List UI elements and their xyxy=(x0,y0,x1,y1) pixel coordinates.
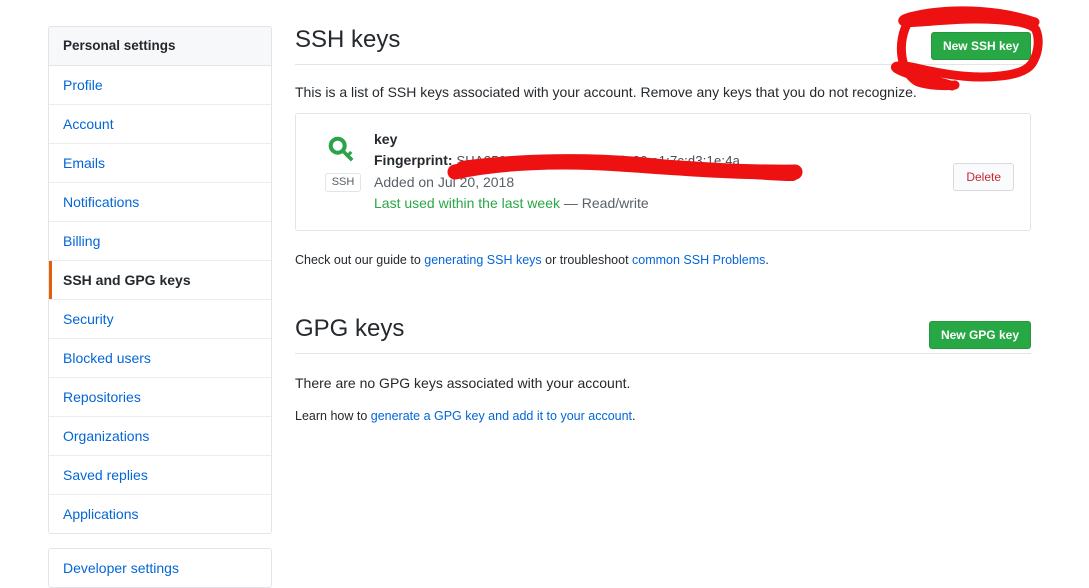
sidebar-item-applications[interactable]: Applications xyxy=(49,495,271,533)
sidebar-item-account[interactable]: Account xyxy=(49,105,271,144)
ssh-key-card: SSH key Fingerprint: SHA256:ed:f9:48:b8:… xyxy=(295,113,1031,231)
gpg-keys-header: GPG keys New GPG key xyxy=(295,311,1031,353)
ssh-key-info: key Fingerprint: SHA256:ed:f9:48:b8:fc:5… xyxy=(374,130,1014,214)
ssh-description: This is a list of SSH keys associated wi… xyxy=(295,84,917,100)
delete-ssh-key-button[interactable]: Delete xyxy=(953,163,1014,191)
ssh-badge: SSH xyxy=(324,173,362,192)
learn-suffix: . xyxy=(632,409,636,423)
ssh-key-title: key xyxy=(374,131,398,147)
guide-prefix: Check out our guide to xyxy=(295,253,425,267)
ssh-guide-text: Check out our guide to generating SSH ke… xyxy=(295,251,1031,269)
generating-ssh-keys-link[interactable]: generating SSH keys xyxy=(424,253,541,267)
gpg-empty-message: There are no GPG keys associated with yo… xyxy=(295,375,631,391)
sidebar-header: Personal settings xyxy=(49,27,271,66)
learn-prefix: Learn how to xyxy=(295,409,371,423)
sidebar-item-billing[interactable]: Billing xyxy=(49,222,271,261)
new-gpg-key-button[interactable]: New GPG key xyxy=(928,321,1031,349)
sidebar: Personal settings Profile Account Emails… xyxy=(48,26,272,588)
key-icon-column: SSH xyxy=(312,130,374,192)
sidebar-item-security[interactable]: Security xyxy=(49,300,271,339)
key-access-level: — Read/write xyxy=(563,195,649,211)
sidebar-item-organizations[interactable]: Organizations xyxy=(49,417,271,456)
ssh-key-last-used: Last used within the last week — Read/wr… xyxy=(374,193,1014,214)
ssh-header-divider xyxy=(295,64,1031,65)
sidebar-nav-box: Personal settings Profile Account Emails… xyxy=(48,26,272,534)
sidebar-item-blocked-users[interactable]: Blocked users xyxy=(49,339,271,378)
fingerprint-value: SHA256:ed:f9:48:b8:fc:54:9b:26:a1:7c:d3:… xyxy=(456,153,741,168)
sidebar-item-saved-replies[interactable]: Saved replies xyxy=(49,456,271,495)
generate-gpg-key-link[interactable]: generate a GPG key and add it to your ac… xyxy=(371,409,632,423)
main-content: SSH keys New SSH key This is a list of S… xyxy=(295,22,1031,425)
new-ssh-key-button[interactable]: New SSH key xyxy=(930,32,1031,60)
guide-middle: or troubleshoot xyxy=(541,253,633,267)
key-icon xyxy=(328,136,354,162)
sidebar-item-repositories[interactable]: Repositories xyxy=(49,378,271,417)
ssh-key-added-date: Added on Jul 20, 2018 xyxy=(374,174,515,190)
gpg-section-title: GPG keys xyxy=(295,315,405,342)
gpg-learn-text: Learn how to generate a GPG key and add … xyxy=(295,407,1031,425)
guide-suffix: . xyxy=(765,253,769,267)
settings-page: Personal settings Profile Account Emails… xyxy=(0,0,1089,588)
gpg-header-divider xyxy=(295,353,1031,354)
page-title: SSH keys xyxy=(295,26,401,53)
developer-settings-box: Developer settings xyxy=(48,548,272,588)
ssh-key-fingerprint-row: Fingerprint: SHA256:ed:f9:48:b8:fc:54:9b… xyxy=(374,149,1014,172)
gpg-keys-section: GPG keys New GPG key There are no GPG ke… xyxy=(295,311,1031,425)
sidebar-item-profile[interactable]: Profile xyxy=(49,66,271,105)
ssh-keys-header: SSH keys New SSH key xyxy=(295,22,1031,64)
fingerprint-label: Fingerprint: xyxy=(374,152,453,168)
sidebar-item-ssh-and-gpg-keys[interactable]: SSH and GPG keys xyxy=(49,261,271,300)
last-used-text: Last used within the last week xyxy=(374,195,560,211)
sidebar-item-emails[interactable]: Emails xyxy=(49,144,271,183)
common-ssh-problems-link[interactable]: common SSH Problems xyxy=(632,253,765,267)
sidebar-item-developer-settings[interactable]: Developer settings xyxy=(49,549,271,587)
sidebar-item-notifications[interactable]: Notifications xyxy=(49,183,271,222)
